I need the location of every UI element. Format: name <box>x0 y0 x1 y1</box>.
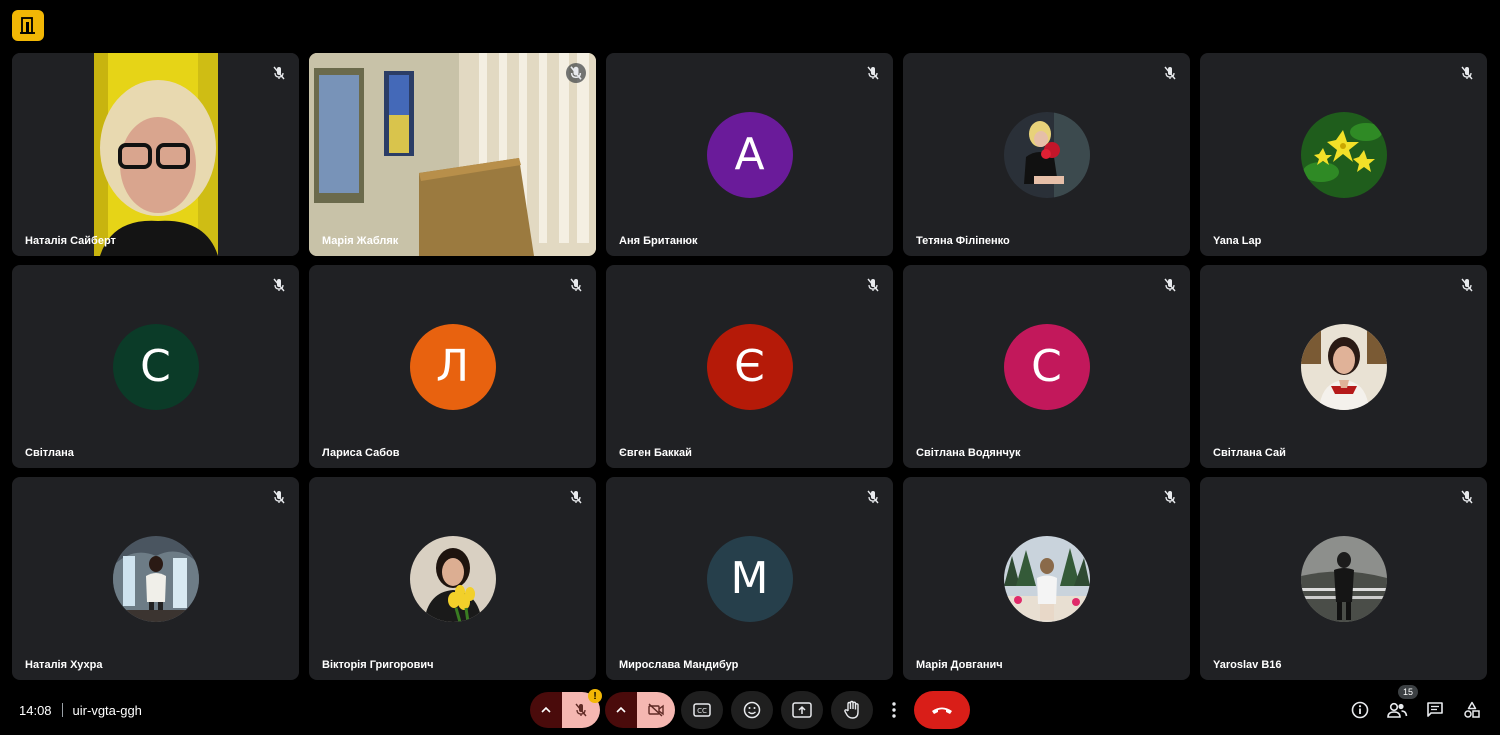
participant-tile[interactable]: Наталія Хухра <box>12 477 299 680</box>
mic-off-icon <box>570 490 582 504</box>
avatar <box>409 535 496 622</box>
svg-text:CC: CC <box>697 707 707 715</box>
meeting-details: 14:08 uir-vgta-ggh <box>19 703 142 718</box>
reactions-button[interactable] <box>731 691 773 729</box>
meet-logo[interactable] <box>12 10 44 41</box>
participant-name: Наталія Хухра <box>25 659 103 671</box>
mic-off-icon <box>867 490 879 504</box>
avatar <box>1003 111 1090 198</box>
avatar: С <box>1003 323 1090 410</box>
participant-tile[interactable]: Тетяна Філіпенко <box>903 53 1190 256</box>
mic-off-icon <box>1461 490 1473 504</box>
participant-name: Тетяна Філіпенко <box>916 235 1010 247</box>
captions-icon: CC <box>693 703 711 717</box>
mic-off-icon <box>273 278 285 292</box>
meeting-code[interactable]: uir-vgta-ggh <box>73 703 142 718</box>
participant-tile[interactable]: Світлана Сай <box>1200 265 1487 468</box>
video-feed <box>12 53 299 256</box>
participant-tile[interactable]: М Мирослава Мандибур <box>606 477 893 680</box>
chat-button[interactable] <box>1423 698 1447 722</box>
mic-off-icon <box>867 66 879 80</box>
avatar <box>1300 323 1387 410</box>
info-icon <box>1351 701 1369 719</box>
participant-name: Світлана Водянчук <box>916 447 1021 459</box>
meeting-details-button[interactable] <box>1348 698 1372 722</box>
control-bar: 14:08 uir-vgta-ggh ! CC 15 <box>0 685 1500 735</box>
mic-off-icon <box>867 278 879 292</box>
people-icon <box>1387 702 1408 718</box>
avatar: М <box>706 535 793 622</box>
participant-name: Марія Жабляк <box>322 235 399 247</box>
door-icon <box>20 17 35 34</box>
people-button[interactable] <box>1385 698 1409 722</box>
audio-options-button[interactable] <box>530 692 562 728</box>
camera-toggle-button[interactable] <box>637 692 675 728</box>
participant-name: Наталія Сайберт <box>25 235 116 247</box>
participant-tile[interactable]: Марія Жабляк <box>309 53 596 256</box>
chevron-up-icon <box>616 706 626 713</box>
mic-off-icon <box>273 66 285 80</box>
participant-grid: Наталія Сайберт Марія Жабляк А Аня Брита… <box>12 53 1489 680</box>
video-feed <box>309 53 596 256</box>
participant-name: Марія Довганич <box>916 659 1003 671</box>
participant-tile[interactable]: С Світлана <box>12 265 299 468</box>
participant-name: Світлана Сай <box>1213 447 1286 459</box>
mic-off-icon <box>566 63 586 83</box>
activities-button[interactable] <box>1460 698 1484 722</box>
hand-icon <box>844 700 859 719</box>
participant-name: Yana Lap <box>1213 235 1262 247</box>
participant-tile[interactable]: Yana Lap <box>1200 53 1487 256</box>
meeting-time: 14:08 <box>19 703 52 718</box>
participant-name: Лариса Сабов <box>322 447 400 459</box>
mic-off-icon <box>575 703 587 717</box>
participant-tile[interactable]: Наталія Сайберт <box>12 53 299 256</box>
raise-hand-button[interactable] <box>831 691 873 729</box>
participant-name: Yaroslav B16 <box>1213 659 1282 671</box>
participant-name: Мирослава Мандибур <box>619 659 739 671</box>
video-options-button[interactable] <box>605 692 637 728</box>
avatar <box>1300 535 1387 622</box>
avatar: Л <box>409 323 496 410</box>
participant-tile[interactable]: А Аня Британюк <box>606 53 893 256</box>
shapes-icon <box>1464 701 1480 718</box>
warning-badge: ! <box>588 689 602 703</box>
mic-off-icon <box>1461 278 1473 292</box>
participant-tile[interactable]: Є Євген Баккай <box>606 265 893 468</box>
more-vert-icon <box>892 702 896 718</box>
camera-off-icon <box>648 703 664 717</box>
emoji-icon <box>743 701 761 719</box>
mic-off-icon <box>1164 490 1176 504</box>
avatar <box>1300 111 1387 198</box>
participant-count-badge: 15 <box>1398 685 1418 699</box>
avatar <box>1003 535 1090 622</box>
avatar: С <box>112 323 199 410</box>
participant-name: Аня Британюк <box>619 235 698 247</box>
present-screen-icon <box>792 702 812 718</box>
participant-tile[interactable]: Марія Довганич <box>903 477 1190 680</box>
leave-call-button[interactable] <box>914 691 970 729</box>
avatar <box>112 535 199 622</box>
chevron-up-icon <box>541 706 551 713</box>
mic-off-icon <box>1164 66 1176 80</box>
participant-name: Вікторія Григорович <box>322 659 434 671</box>
participant-tile[interactable]: Л Лариса Сабов <box>309 265 596 468</box>
avatar: А <box>706 111 793 198</box>
participant-name: Євген Баккай <box>619 447 692 459</box>
mic-off-icon <box>1164 278 1176 292</box>
mic-off-icon <box>273 490 285 504</box>
mic-off-icon <box>1461 66 1473 80</box>
avatar: Є <box>706 323 793 410</box>
participant-tile[interactable]: Yaroslav B16 <box>1200 477 1487 680</box>
participant-name: Світлана <box>25 447 74 459</box>
participant-tile[interactable]: Вікторія Григорович <box>309 477 596 680</box>
more-options-button[interactable] <box>882 691 906 729</box>
present-screen-button[interactable] <box>781 691 823 729</box>
mic-off-icon <box>570 278 582 292</box>
captions-button[interactable]: CC <box>681 691 723 729</box>
hang-up-icon <box>932 707 952 714</box>
divider <box>61 703 63 717</box>
participant-tile[interactable]: С Світлана Водянчук <box>903 265 1190 468</box>
chat-icon <box>1427 702 1443 717</box>
